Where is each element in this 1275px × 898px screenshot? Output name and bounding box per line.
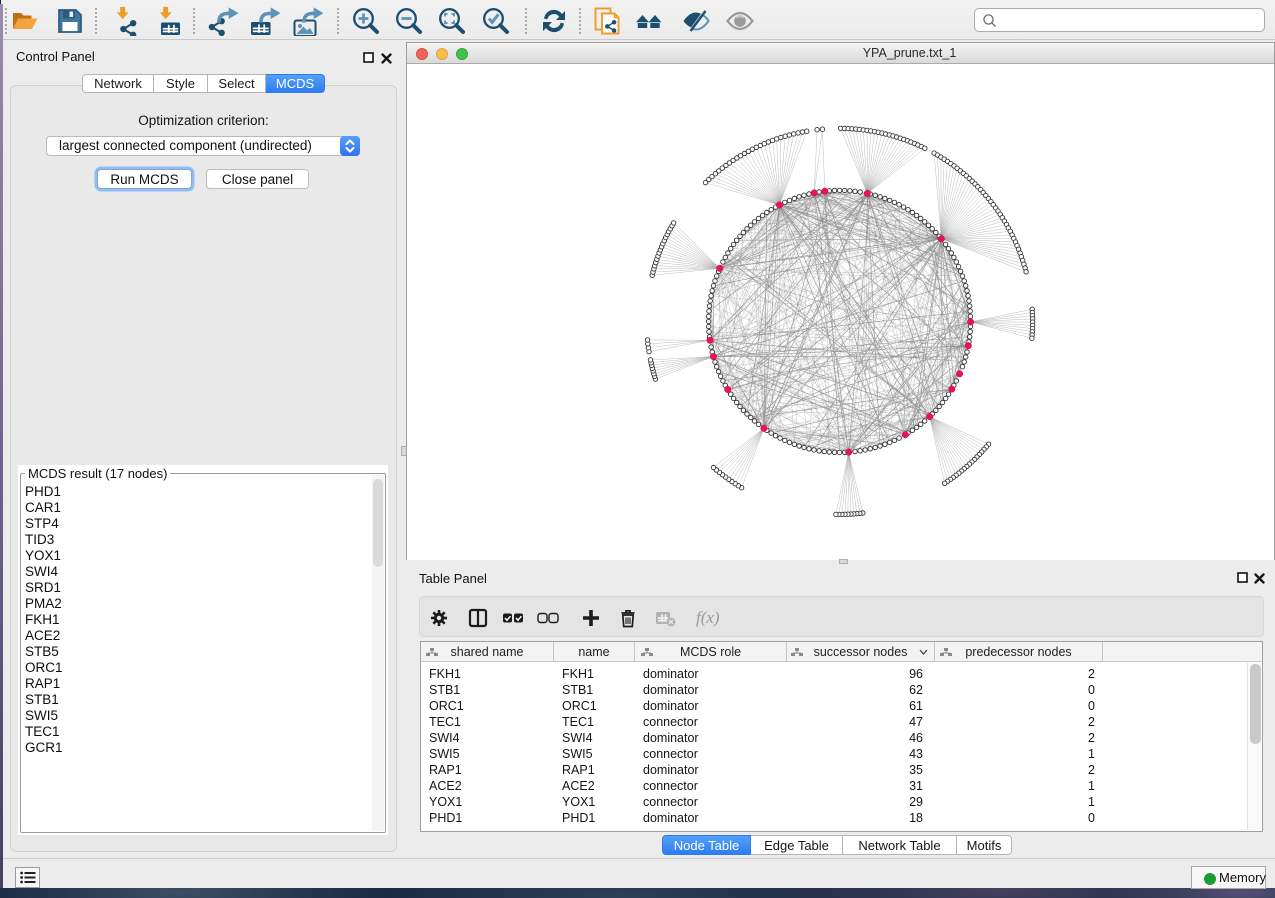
svg-text:f(x): f(x)	[696, 608, 720, 627]
